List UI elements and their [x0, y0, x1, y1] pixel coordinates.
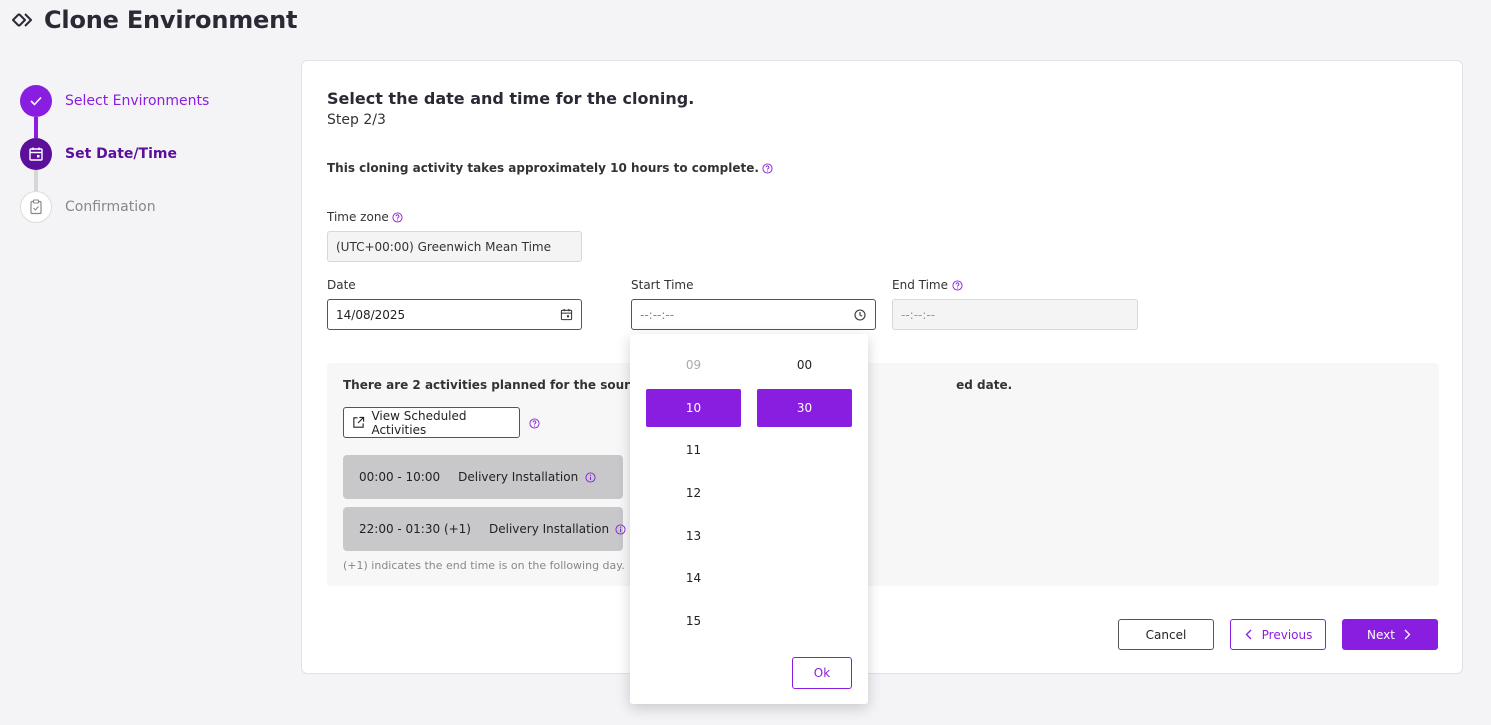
activity-name: Delivery Installation	[458, 470, 579, 484]
step-confirmation[interactable]: Confirmation	[20, 191, 209, 244]
timezone-label: Time zone	[327, 210, 404, 224]
check-icon	[20, 85, 52, 117]
help-icon[interactable]	[392, 211, 404, 223]
ok-button[interactable]: Ok	[792, 657, 852, 689]
scheduled-activities-panel: There are 2 activities planned for the s…	[327, 363, 1439, 586]
start-time-label: Start Time	[631, 278, 694, 292]
start-time-placeholder: --:--:--	[640, 307, 675, 322]
chevron-left-icon	[1244, 629, 1254, 640]
date-value: 14/08/2025	[336, 307, 406, 322]
hour-option[interactable]: 13	[646, 517, 741, 555]
hour-option[interactable]: 09	[646, 346, 741, 384]
wizard-stepper: Select Environments Set Date/Time Confir…	[20, 85, 209, 244]
info-icon[interactable]	[584, 471, 596, 483]
activities-notice-end: ed date.	[956, 378, 1013, 392]
timezone-label-text: Time zone	[327, 210, 389, 224]
help-icon[interactable]	[528, 417, 540, 429]
activity-item: 22:00 - 01:30 (+1) Delivery Installation	[343, 507, 626, 551]
external-link-icon	[352, 416, 365, 430]
step-label: Set Date/Time	[65, 146, 177, 162]
hour-option[interactable]: 14	[646, 559, 741, 597]
next-button[interactable]: Next	[1342, 619, 1438, 650]
activity-item: 00:00 - 10:00 Delivery Installation	[343, 455, 623, 499]
hour-option[interactable]: 15	[646, 602, 741, 640]
chevron-right-icon	[1403, 629, 1413, 640]
minute-option[interactable]: 00	[757, 346, 852, 384]
activity-time: 00:00 - 10:00	[359, 470, 441, 484]
help-icon[interactable]	[951, 279, 963, 291]
calendar-icon	[20, 138, 52, 170]
main-card: Select the date and time for the cloning…	[301, 60, 1463, 674]
cancel-button[interactable]: Cancel	[1118, 619, 1214, 650]
activity-time: 22:00 - 01:30 (+1)	[359, 522, 471, 536]
hour-option-selected[interactable]: 10	[646, 388, 741, 427]
view-button-label: View Scheduled Activities	[371, 408, 467, 437]
clock-icon[interactable]	[853, 308, 867, 322]
activity-name: Delivery Installation	[489, 522, 610, 536]
step-select-environments[interactable]: Select Environments	[20, 85, 209, 138]
step-set-date-time[interactable]: Set Date/Time	[20, 138, 209, 191]
hour-column[interactable]: 09 10 11 12 13 14 15	[646, 346, 741, 645]
activities-notice-start: There are 2 activities planned for the s…	[343, 378, 667, 392]
clipboard-icon	[20, 191, 52, 223]
step-label: Select Environments	[65, 93, 210, 109]
help-icon[interactable]	[762, 162, 774, 174]
step-connector	[34, 117, 38, 138]
previous-button[interactable]: Previous	[1230, 619, 1326, 650]
calendar-icon[interactable]	[559, 308, 573, 322]
minute-column[interactable]: 00 30	[757, 346, 852, 431]
hour-option[interactable]: 12	[646, 474, 741, 512]
date-input[interactable]: 14/08/2025	[327, 299, 582, 330]
page-header: Clone Environment	[10, 5, 297, 35]
time-picker-popup: 09 10 11 12 13 14 15 00 30 Ok	[630, 334, 868, 704]
previous-label: Previous	[1261, 627, 1313, 642]
end-time-field: --:--:--	[892, 299, 1138, 330]
start-time-input[interactable]: --:--:--	[631, 299, 876, 330]
view-scheduled-activities-button[interactable]: View Scheduled Activities	[343, 407, 520, 438]
duration-info: This cloning activity takes approximatel…	[327, 161, 774, 175]
end-time-label-text: End Time	[892, 278, 948, 292]
step-label: Confirmation	[65, 199, 156, 215]
minute-option-selected[interactable]: 30	[757, 388, 852, 427]
duration-text: This cloning activity takes approximatel…	[327, 161, 759, 175]
step-connector	[34, 170, 38, 191]
date-label: Date	[327, 278, 356, 292]
info-icon[interactable]	[615, 523, 626, 535]
next-label: Next	[1367, 627, 1395, 642]
back-diamond-icon[interactable]	[10, 8, 34, 32]
content-title: Select the date and time for the cloning…	[327, 89, 695, 108]
timezone-field: (UTC+00:00) Greenwich Mean Time	[327, 231, 582, 262]
activities-footnote: (+1) indicates the end time is on the fo…	[343, 559, 625, 572]
end-time-label: End Time	[892, 278, 963, 292]
page-title: Clone Environment	[44, 6, 298, 34]
step-indicator: Step 2/3	[327, 112, 386, 128]
hour-option[interactable]: 11	[646, 431, 741, 469]
